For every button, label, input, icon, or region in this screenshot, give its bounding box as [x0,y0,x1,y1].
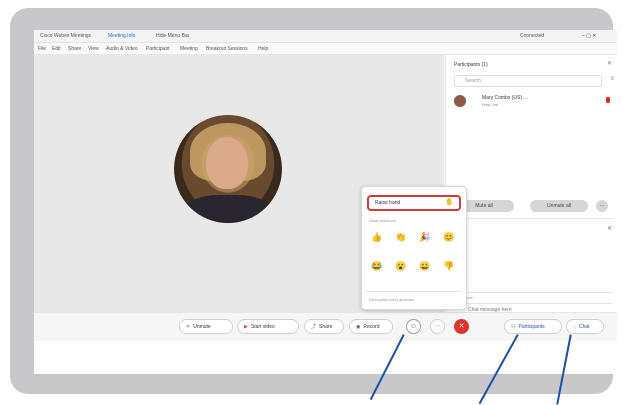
grin-icon[interactable]: 😀 [419,261,430,271]
reactions-icon[interactable]: ☺ [406,319,421,334]
chat-label: Chat [578,324,590,330]
close-icon[interactable]: ✕ [607,60,612,67]
search-placeholder: Search [465,78,481,84]
participants-title: Participants (1) [454,62,488,68]
app-title: Cisco Webex Meetings [40,33,92,39]
gestures-toggle[interactable]: Recognize hand gestures [369,297,414,302]
sort-icon[interactable]: ≡ [610,76,614,82]
thumbs-up-icon[interactable]: 👍 [371,232,382,242]
thumbs-down-icon[interactable]: 👎 [443,261,454,271]
start-video-label: Start video [250,324,275,330]
laugh-icon[interactable]: 😂 [371,261,382,271]
participant-avatar [174,115,282,223]
chat-icon: ◌ [573,324,576,330]
clap-icon[interactable]: 👏 [395,232,406,242]
reactions-popup: Raise hand ✋ Send reactions 👍 👏 🎉 😊 😂 😮 … [361,186,467,310]
raise-hand-button[interactable]: Raise hand ✋ [367,195,461,211]
participant-role: Host, me [482,102,499,107]
reactions-label: Send reactions [369,218,396,223]
end-call-icon[interactable]: ✕ [454,319,469,334]
avatar-face [206,137,248,189]
menu-bar: File Edit Share View Audio & Video Parti… [34,43,617,55]
muted-mic-icon[interactable] [606,97,610,103]
title-bar: Cisco Webex Meetings Meeting Info Hide M… [34,30,617,43]
smile-icon[interactable]: 😊 [443,232,454,242]
unmute-label: Unmute [193,324,211,330]
share-label: Share [319,324,333,330]
share-icon: ⤴ [311,324,317,330]
participant-row[interactable]: Mary Combs (US) ... Host, me [454,93,610,111]
divider [366,291,462,292]
participant-name: Mary Combs (US) ... [482,95,528,101]
menu-meeting[interactable]: Meeting [180,46,198,52]
participants-search-input[interactable]: Search [454,75,602,87]
webex-window: Cisco Webex Meetings Meeting Info Hide M… [34,30,617,374]
unmute-button[interactable]: ✕ Unmute [179,319,233,334]
chat-button[interactable]: ◌ Chat [566,319,604,334]
menu-view[interactable]: View [88,46,99,52]
mic-muted-icon: ✕ [186,324,191,330]
meeting-toolbar: ✕ Unmute ▶ Start video ⤴ Share ◉ Record ☺ ··… [34,312,617,341]
chat-recipient-select[interactable]: Everyone [452,292,612,304]
menu-breakout-sessions[interactable]: Breakout Sessions [206,46,248,52]
hand-icon: ✋ [445,199,454,206]
chat-divider [454,218,614,219]
unmute-all-button[interactable]: Unmute all [530,200,588,212]
record-icon: ◉ [356,324,361,330]
avatar [454,95,466,107]
connection-status[interactable]: Connected [520,33,544,39]
raise-hand-label: Raise hand [375,200,401,206]
avatar-shirt [184,195,272,223]
more-options-icon[interactable]: ··· [596,200,608,212]
tab-hide-menu-bar[interactable]: Hide Menu Bar [156,33,189,39]
share-button[interactable]: ⤴ Share [304,319,344,334]
chat-close-icon[interactable]: ✕ [607,225,612,232]
menu-audio-video[interactable]: Audio & Video [106,46,138,52]
tab-meeting-info[interactable]: Meeting Info [108,33,136,39]
video-off-icon: ▶ [244,324,248,330]
participants-panel: Participants (1) ✕ Search ≡ Mary Combs (… [445,55,617,330]
menu-file[interactable]: File [38,46,46,52]
celebrate-icon[interactable]: 🎉 [419,232,430,242]
participants-icon: ⚇ [511,324,516,330]
record-label: Record [363,324,380,330]
menu-help[interactable]: Help [258,46,268,52]
more-icon[interactable]: ··· [430,319,445,334]
menu-edit[interactable]: Edit [52,46,61,52]
device-frame: Cisco Webex Meetings Meeting Info Hide M… [10,8,617,394]
menu-participant[interactable]: Participant [146,46,170,52]
menu-share[interactable]: Share [68,46,81,52]
start-video-button[interactable]: ▶ Start video [237,319,299,334]
record-button[interactable]: ◉ Record [349,319,393,334]
surprised-icon[interactable]: 😮 [395,261,406,271]
participants-label: Participants [518,324,545,330]
window-controls-icon[interactable]: – ▢ ✕ [582,33,596,39]
participants-button[interactable]: ⚇ Participants [504,319,562,334]
